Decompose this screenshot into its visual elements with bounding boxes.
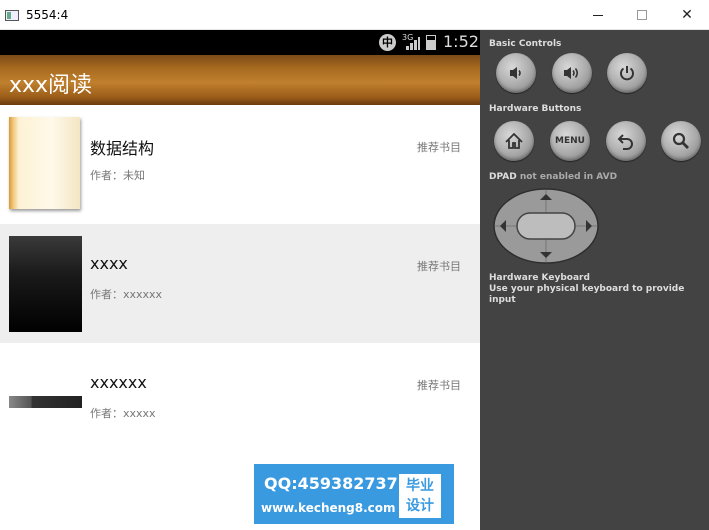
book-name: 数据结构 [90, 139, 155, 158]
search-icon [672, 132, 689, 149]
keyboard-title: Hardware Keyboard [489, 273, 590, 283]
home-button[interactable] [494, 121, 534, 161]
window-titlebar: 5554:4 ✕ [0, 0, 709, 30]
book-author: 作者：未知 [90, 169, 145, 182]
watermark-badge-line1: 毕业 [406, 478, 434, 494]
android-status-bar: 中 3G 1:52 [0, 30, 480, 55]
dpad-status: not enabled in AVD [519, 172, 618, 182]
battery-icon [426, 35, 436, 50]
back-icon [617, 134, 633, 150]
close-button[interactable]: ✕ [664, 0, 709, 30]
watermark-banner: QQ:459382737 www.kecheng8.com 毕业 设计 [254, 464, 454, 524]
back-button[interactable] [606, 121, 646, 161]
signal-icon [404, 36, 420, 50]
power-icon [620, 66, 634, 81]
book-tag: 推荐书目 [417, 260, 461, 273]
menu-button-label: MENU [555, 136, 585, 146]
status-time: 1:52 [443, 32, 479, 51]
volume-down-icon [510, 67, 521, 79]
emulator-screen[interactable]: 中 3G 1:52 xxx阅读 数据结构 作者：未知 推荐书目 xxxx 作者：… [0, 30, 480, 530]
book-name: xxxxxx [90, 373, 147, 392]
emulator-app-icon [5, 10, 19, 21]
keyboard-hint: Use your physical keyboard to provide in… [489, 284, 685, 305]
basic-controls-heading: Basic Controls [489, 39, 562, 49]
book-tag: 推荐书目 [417, 141, 461, 154]
book-cover [9, 396, 82, 408]
book-cover [9, 117, 80, 209]
volume-up-button[interactable] [552, 53, 592, 93]
home-icon [505, 132, 523, 149]
book-name: xxxx [90, 254, 128, 273]
minimize-icon [593, 14, 603, 16]
window-title: 5554:4 [26, 8, 69, 22]
hardware-buttons-heading: Hardware Buttons [489, 104, 582, 114]
dpad-heading: DPAD not enabled in AVD [489, 172, 617, 182]
dpad-control[interactable] [493, 188, 599, 264]
action-bar: xxx阅读 [0, 55, 480, 105]
book-author: 作者：xxxxxx [90, 288, 163, 301]
book-tag: 推荐书目 [417, 379, 461, 392]
search-button[interactable] [661, 121, 701, 161]
watermark-badge: 毕业 设计 [399, 474, 441, 518]
maximize-button[interactable] [619, 0, 665, 30]
book-author: 作者：xxxxx [90, 407, 156, 420]
maximize-icon [637, 10, 647, 20]
book-list-item[interactable]: 数据结构 作者：未知 推荐书目 [0, 105, 480, 224]
ime-indicator: 中 [379, 34, 396, 51]
emulator-control-panel: Basic Controls Hardware Buttons MENU DPA… [480, 30, 709, 530]
volume-up-icon [564, 67, 579, 79]
volume-down-button[interactable] [496, 53, 536, 93]
book-list-item[interactable]: xxxx 作者：xxxxxx 推荐书目 [0, 224, 480, 343]
dpad-label: DPAD [489, 172, 517, 182]
app-title: xxx阅读 [9, 73, 93, 98]
book-list-item[interactable]: xxxxxx 作者：xxxxx 推荐书目 [0, 343, 480, 462]
watermark-badge-line2: 设计 [406, 498, 434, 514]
keyboard-info: Hardware Keyboard Use your physical keyb… [489, 273, 709, 306]
menu-button[interactable]: MENU [550, 121, 590, 161]
watermark-qq: QQ:459382737 [264, 474, 398, 493]
watermark-site: www.kecheng8.com [261, 501, 396, 515]
power-button[interactable] [607, 53, 647, 93]
book-cover [9, 236, 82, 332]
minimize-button[interactable] [575, 0, 621, 30]
